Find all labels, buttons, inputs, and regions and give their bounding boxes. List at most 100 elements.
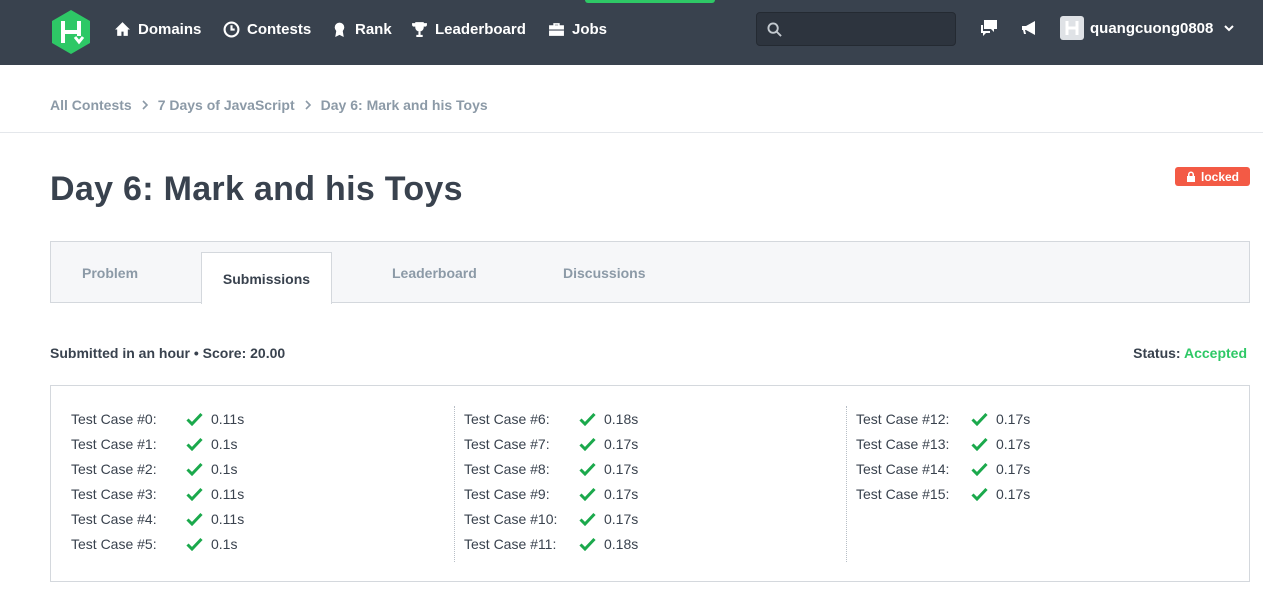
nav-contests[interactable]: Contests	[223, 18, 311, 40]
column-divider	[454, 406, 455, 562]
nav-leaderboard[interactable]: Leaderboard	[411, 18, 526, 40]
username: quangcuong0808	[1090, 19, 1214, 37]
breadcrumb-all-contests[interactable]: All Contests	[50, 97, 132, 113]
test-case-time: 0.1s	[211, 535, 238, 552]
test-case-label: Test Case #6:	[464, 410, 550, 427]
check-icon	[186, 462, 203, 476]
test-case-time: 0.11s	[211, 485, 245, 502]
check-icon	[579, 512, 596, 526]
nav-contests-label: Contests	[247, 20, 312, 38]
test-case-label: Test Case #2:	[71, 460, 157, 477]
test-case-label: Test Case #0:	[71, 410, 157, 427]
test-case-row[interactable]: Test Case #12: 0.17s	[856, 406, 1030, 431]
lock-icon	[1186, 171, 1195, 182]
messages-button[interactable]	[978, 17, 1000, 39]
test-case-label: Test Case #13:	[856, 435, 950, 452]
test-case-time: 0.17s	[996, 435, 1031, 452]
challenge-tabs: Problem Submissions Leaderboard Discussi…	[50, 241, 1250, 304]
test-case-results: Test Case #0: 0.11s Test Case #1: 0.1s Test …	[50, 385, 1250, 582]
tab-problem[interactable]: Problem	[82, 242, 138, 303]
clock-icon	[223, 21, 240, 37]
medal-icon	[334, 22, 345, 37]
test-case-label: Test Case #4:	[71, 510, 157, 527]
test-case-label: Test Case #15:	[856, 485, 950, 502]
top-navbar: Domains Contests Rank Leaderboard Jobs q…	[0, 0, 1263, 65]
check-icon	[186, 487, 203, 501]
test-case-label: Test Case #10:	[464, 510, 558, 527]
test-case-row[interactable]: Test Case #10: 0.17s	[464, 506, 638, 531]
tab-leaderboard[interactable]: Leaderboard	[392, 242, 477, 303]
breadcrumb-contest[interactable]: 7 Days of JavaScript	[158, 97, 295, 113]
test-case-row[interactable]: Test Case #15: 0.17s	[856, 481, 1030, 506]
search-box[interactable]	[756, 12, 956, 46]
test-case-row[interactable]: Test Case #3: 0.11s	[71, 481, 244, 506]
nav-domains[interactable]: Domains	[114, 18, 201, 40]
locked-badge: locked	[1175, 167, 1250, 186]
test-case-row[interactable]: Test Case #2: 0.1s	[71, 456, 244, 481]
trophy-icon	[412, 21, 427, 37]
check-icon	[186, 512, 203, 526]
chevron-down-icon	[1224, 25, 1235, 32]
test-case-time: 0.1s	[211, 460, 238, 477]
check-icon	[579, 487, 596, 501]
test-case-row[interactable]: Test Case #8: 0.17s	[464, 456, 638, 481]
notifications-button[interactable]	[1019, 17, 1041, 39]
check-icon	[579, 537, 596, 551]
search-input[interactable]	[789, 13, 949, 45]
test-case-column: Test Case #0: 0.11s Test Case #1: 0.1s Test …	[71, 406, 244, 556]
test-case-row[interactable]: Test Case #14: 0.17s	[856, 456, 1030, 481]
test-case-row[interactable]: Test Case #0: 0.11s	[71, 406, 244, 431]
nav-leaderboard-label: Leaderboard	[435, 20, 526, 38]
check-icon	[579, 437, 596, 451]
breadcrumb: All Contests 7 Days of JavaScript Day 6:…	[50, 97, 488, 113]
test-case-label: Test Case #5:	[71, 535, 157, 552]
test-case-time: 0.17s	[604, 485, 639, 502]
test-case-label: Test Case #11:	[464, 535, 557, 552]
test-case-time: 0.17s	[604, 460, 639, 477]
test-case-label: Test Case #1:	[71, 435, 157, 452]
test-case-row[interactable]: Test Case #6: 0.18s	[464, 406, 638, 431]
user-menu[interactable]: quangcuong0808	[1060, 15, 1235, 41]
submission-summary: Submitted in an hour • Score: 20.00	[50, 345, 286, 361]
test-case-time: 0.18s	[604, 410, 639, 427]
page-title: Day 6: Mark and his Toys	[50, 170, 463, 208]
chevron-right-icon	[305, 100, 311, 110]
active-indicator	[585, 0, 715, 3]
briefcase-icon	[549, 22, 564, 36]
nav-rank-label: Rank	[355, 20, 392, 38]
test-case-time: 0.11s	[211, 510, 245, 527]
test-case-time: 0.17s	[996, 485, 1031, 502]
check-icon	[971, 437, 988, 451]
locked-label: locked	[1200, 169, 1239, 184]
nav-rank[interactable]: Rank	[331, 18, 392, 40]
test-case-row[interactable]: Test Case #11: 0.18s	[464, 531, 638, 556]
check-icon	[186, 537, 203, 551]
test-case-row[interactable]: Test Case #1: 0.1s	[71, 431, 244, 456]
status-label: Status:	[1133, 345, 1181, 361]
test-case-row[interactable]: Test Case #7: 0.17s	[464, 431, 638, 456]
test-case-row[interactable]: Test Case #5: 0.1s	[71, 531, 244, 556]
check-icon	[186, 437, 203, 451]
tab-submissions[interactable]: Submissions	[201, 252, 332, 304]
chevron-right-icon	[142, 100, 148, 110]
test-case-time: 0.17s	[604, 435, 639, 452]
status-value: Accepted	[1183, 345, 1247, 361]
test-case-time: 0.1s	[211, 435, 238, 452]
test-case-time: 0.18s	[604, 535, 639, 552]
test-case-label: Test Case #8:	[464, 460, 550, 477]
column-divider	[846, 406, 847, 562]
nav-jobs[interactable]: Jobs	[548, 18, 607, 40]
test-case-label: Test Case #7:	[464, 435, 550, 452]
home-icon	[115, 21, 130, 36]
tab-discussions[interactable]: Discussions	[563, 242, 645, 303]
check-icon	[579, 412, 596, 426]
test-case-row[interactable]: Test Case #4: 0.11s	[71, 506, 244, 531]
breadcrumb-challenge[interactable]: Day 6: Mark and his Toys	[321, 97, 488, 113]
test-case-row[interactable]: Test Case #9: 0.17s	[464, 481, 638, 506]
avatar	[1060, 16, 1084, 40]
breadcrumb-bar: All Contests 7 Days of JavaScript Day 6:…	[0, 65, 1263, 133]
hackerrank-logo[interactable]	[50, 9, 92, 55]
check-icon	[579, 462, 596, 476]
test-case-label: Test Case #3:	[71, 485, 157, 502]
test-case-row[interactable]: Test Case #13: 0.17s	[856, 431, 1030, 456]
